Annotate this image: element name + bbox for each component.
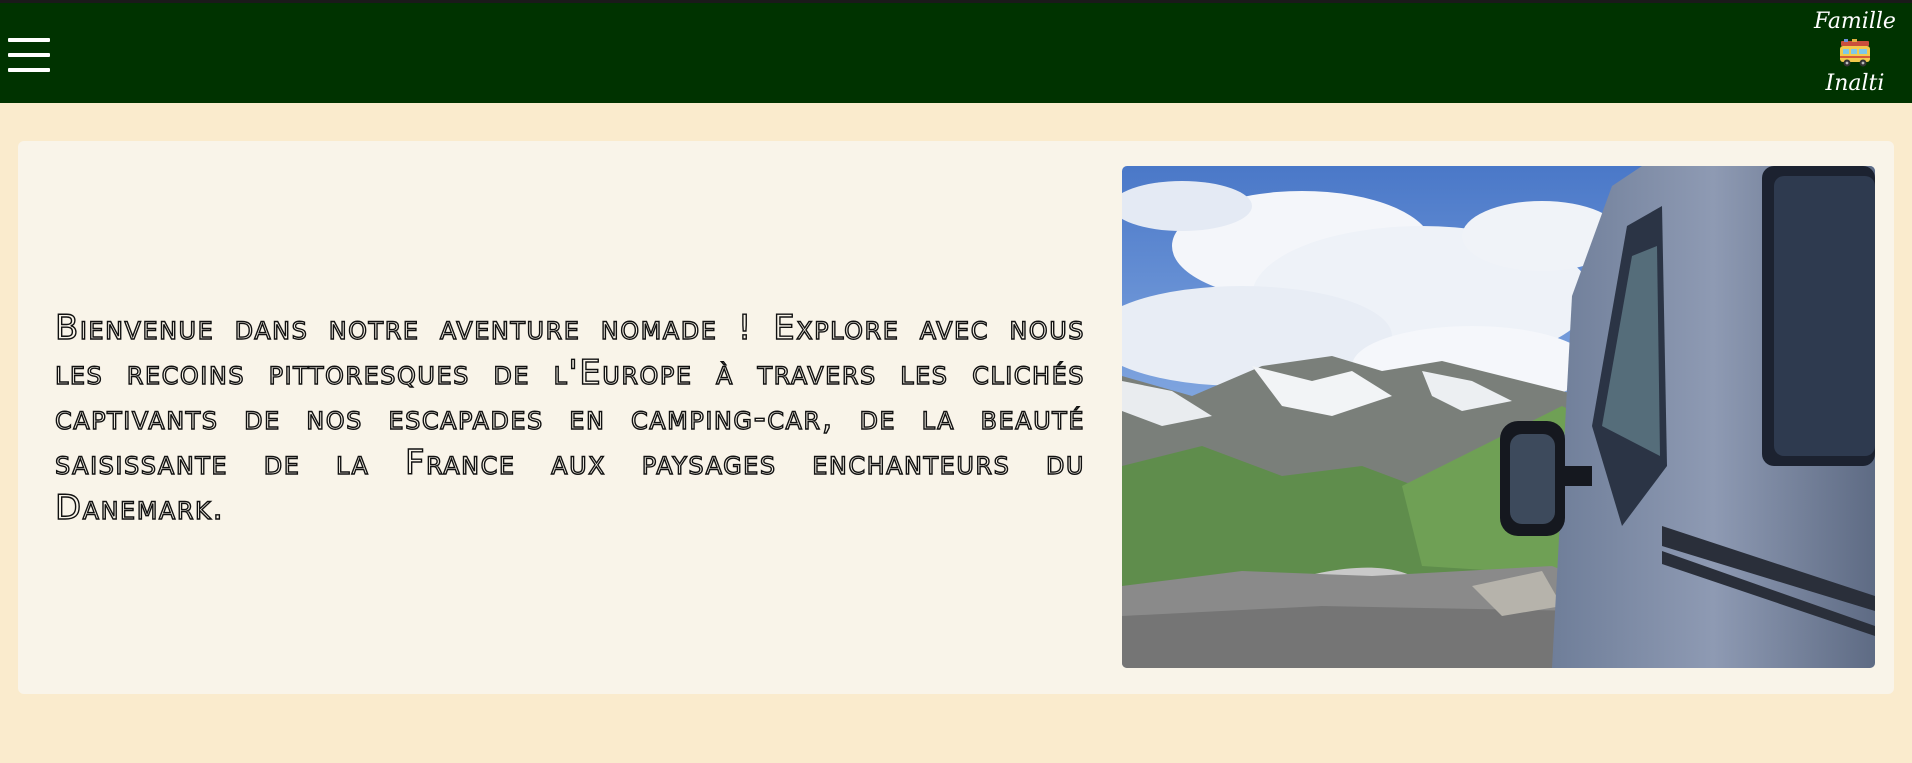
intro-text: Bienvenue dans notre aventure nomade ! E… bbox=[54, 307, 1085, 528]
camper-van-icon bbox=[1840, 39, 1870, 67]
logo-line-2: Inalti bbox=[1825, 71, 1885, 96]
photo-illustration bbox=[1122, 166, 1875, 668]
menu-bar bbox=[8, 38, 50, 42]
menu-bar bbox=[8, 53, 50, 57]
camper-van-mountain-photo bbox=[1122, 166, 1875, 668]
menu-bar bbox=[8, 68, 50, 72]
site-logo[interactable]: Famille Inalti bbox=[1800, 11, 1910, 99]
logo-line-1: Famille bbox=[1814, 9, 1896, 34]
hamburger-menu-icon[interactable] bbox=[8, 38, 50, 72]
top-navbar: Famille Inalti bbox=[0, 3, 1912, 103]
